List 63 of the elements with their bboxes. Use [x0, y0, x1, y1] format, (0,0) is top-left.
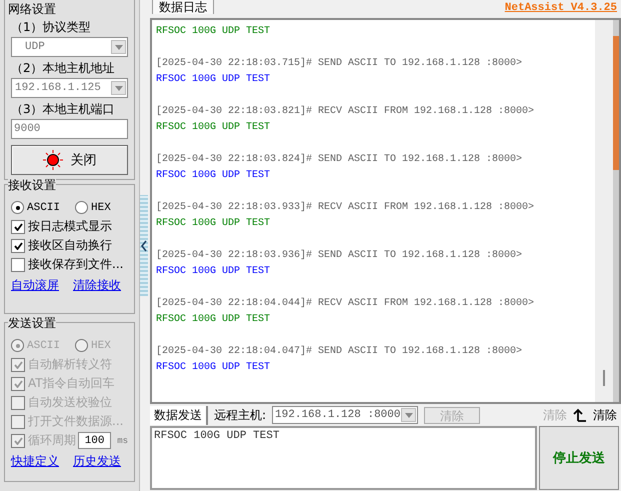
return-arrow-icon — [573, 408, 587, 422]
checkbox-label: AT指令自动回车 — [28, 375, 115, 392]
log-message: RFSOC 100G UDP TEST — [156, 169, 272, 183]
log-header: [2025-04-30 22:18:04.044]# RECV ASCII FROM 192.168.1.128 :8000> — [156, 296, 536, 311]
checkbox[interactable] — [11, 258, 25, 272]
check-icon — [14, 242, 22, 250]
checkbox[interactable] — [11, 238, 25, 252]
log-message: RFSOC 100G UDP TEST — [156, 313, 272, 327]
log-message: RFSOC 100G UDP TEST — [156, 73, 272, 87]
check-icon — [14, 436, 22, 444]
send-tab[interactable]: 数据发送 — [150, 406, 208, 424]
checkbox-label: 打开文件数据源... — [28, 413, 124, 430]
radio-label: HEX — [91, 340, 111, 352]
checkbox[interactable] — [11, 220, 25, 234]
dropdown-arrow-icon — [404, 412, 413, 418]
checkbox-label: 自动解析转义符 — [28, 356, 112, 373]
field-label: （3）本地主机端口 — [11, 102, 116, 116]
checkbox-label: 接收区自动换行 — [28, 237, 112, 254]
field-label: （2）本地主机地址 — [11, 61, 116, 75]
group-title: 发送设置 — [8, 316, 56, 330]
log-header: [2025-04-30 22:18:04.047]# SEND ASCII TO 192.168.1.128 :8000> — [156, 344, 524, 359]
dropdown-arrow-icon — [114, 86, 122, 90]
log-message: RFSOC 100G UDP TEST — [156, 361, 272, 375]
log-header: [2025-04-30 22:18:03.715]# SEND ASCII TO 192.168.1.128 :8000> — [156, 56, 524, 71]
link[interactable]: 自动滚屏 — [11, 277, 59, 294]
remote-host-select[interactable]: 192.168.1.128 :8000 — [272, 406, 418, 424]
scrollbar-thumb[interactable] — [613, 36, 619, 170]
log-header: [2025-04-30 22:18:03.933]# RECV ASCII FROM 192.168.1.128 :8000> — [156, 200, 536, 215]
protocol-select[interactable]: UDP — [11, 37, 128, 57]
log-message: RFSOC 100G UDP TEST — [156, 265, 272, 279]
radio-button[interactable] — [11, 201, 24, 214]
radio-label: ASCII — [27, 202, 60, 214]
checkbox-label: 自动发送校验位 — [28, 394, 112, 411]
field-label: （1）协议类型 — [11, 20, 92, 34]
dropdown-arrow-icon — [114, 44, 122, 50]
checkbox-label: 按日志模式显示 — [28, 218, 112, 235]
radio-button[interactable] — [75, 201, 88, 214]
log-header: [2025-04-30 22:18:03.821]# RECV ASCII FROM 192.168.1.128 :8000> — [156, 104, 536, 119]
stop-send-button[interactable]: 停止发送 — [539, 426, 619, 490]
text-cursor-icon — [603, 370, 605, 386]
log-message: RFSOC 100G UDP TEST — [156, 121, 272, 135]
radio-label: ASCII — [27, 340, 60, 352]
group-title: 接收设置 — [8, 178, 56, 192]
log-message: RFSOC 100G UDP TEST — [156, 217, 272, 231]
log-header: [2025-04-30 22:18:03.936]# SEND ASCII TO 192.168.1.128 :8000> — [156, 248, 524, 263]
host-select[interactable]: 192.168.1.125 — [11, 78, 128, 98]
log-tab[interactable]: 数据日志 — [152, 0, 214, 14]
close-button[interactable]: 关闭 — [11, 145, 128, 175]
checkbox-label: 接收保存到文件... — [28, 256, 124, 273]
log-header: [2025-04-30 22:18:03.824]# SEND ASCII TO 192.168.1.128 :8000> — [156, 152, 524, 167]
check-icon — [14, 380, 22, 388]
checkbox-label: 循环周期 — [28, 432, 76, 449]
port-field[interactable]: 9000 — [11, 119, 128, 139]
radio-label: HEX — [91, 202, 111, 214]
send-text-field[interactable]: RFSOC 100G UDP TEST — [150, 426, 537, 490]
log-message: RFSOC 100G UDP TEST — [156, 25, 272, 39]
remote-host-label: 远程主机: — [214, 406, 266, 424]
check-icon — [14, 222, 22, 230]
unit-label: ms — [117, 436, 128, 446]
group-title: 网络设置 — [8, 2, 57, 16]
clear-link[interactable]: 清除 — [593, 406, 617, 424]
link[interactable]: 清除接收 — [73, 277, 121, 294]
check-icon — [14, 360, 22, 368]
